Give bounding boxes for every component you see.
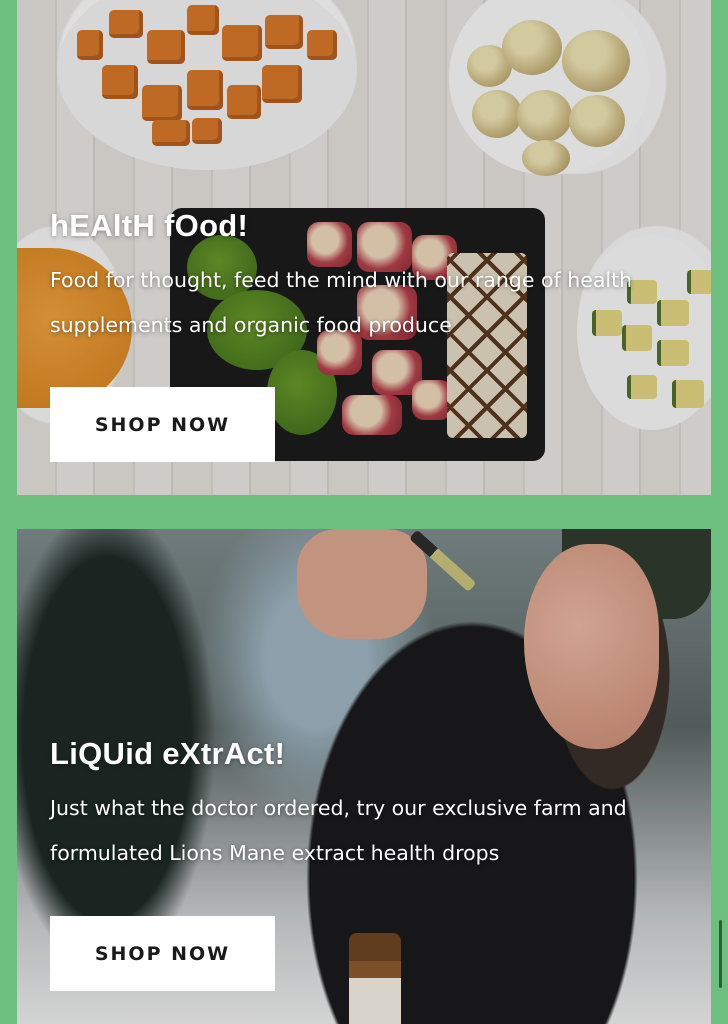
liquid-extract-title: LiQUid eXtrAct! bbox=[50, 736, 286, 771]
liquid-extract-text: LiQUid eXtrAct! Just what the doctor ord… bbox=[50, 736, 671, 876]
liquid-extract-shop-now-button[interactable]: SHOP NOW bbox=[50, 916, 275, 991]
health-food-shop-now-button[interactable]: SHOP NOW bbox=[50, 387, 275, 462]
liquid-extract-description: Just what the doctor ordered, try our ex… bbox=[50, 796, 627, 865]
liquid-extract-card: LiQUid eXtrAct! Just what the doctor ord… bbox=[17, 529, 711, 1024]
health-food-text: hEAltH fOod! Food for thought, feed the … bbox=[50, 208, 671, 348]
scrollbar[interactable] bbox=[719, 920, 722, 988]
health-food-description: Food for thought, feed the mind with our… bbox=[50, 268, 633, 337]
health-food-title: hEAltH fOod! bbox=[50, 208, 249, 243]
health-food-card: hEAltH fOod! Food for thought, feed the … bbox=[17, 0, 711, 495]
page: hEAltH fOod! Food for thought, feed the … bbox=[0, 0, 728, 1024]
